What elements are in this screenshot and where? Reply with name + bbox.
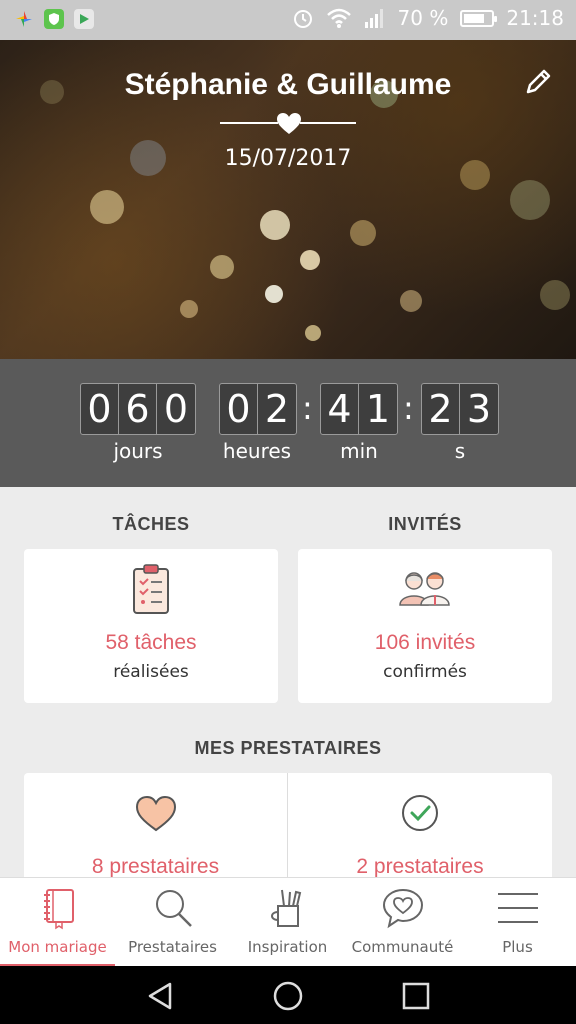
nav-prestataires[interactable]: Prestataires — [115, 878, 230, 967]
battery-icon — [460, 9, 498, 27]
notification-icons — [14, 9, 94, 29]
min-box: 4 1 — [320, 383, 398, 435]
guests-sub: confirmés — [383, 662, 467, 682]
guests-heading: INVITÉS — [388, 514, 462, 534]
guests-couple-icon — [399, 572, 450, 606]
sec-digit: 2 — [422, 384, 460, 434]
notebook-icon — [43, 889, 74, 930]
min-digit: 1 — [365, 387, 391, 431]
search-icon — [155, 890, 192, 927]
play-store-icon — [74, 9, 94, 29]
pencil-edit-icon[interactable] — [522, 66, 554, 98]
vendors-right-count: 2 prestataires — [356, 855, 484, 878]
tools-cup-icon — [270, 889, 301, 927]
tasks-heading: TÂCHES — [112, 514, 190, 534]
chat-heart-icon — [382, 888, 423, 929]
home-icon[interactable] — [272, 980, 304, 1012]
sec-digit: 3 — [466, 387, 492, 431]
photos-app-icon — [14, 9, 34, 29]
min-digit: 4 — [321, 384, 359, 434]
hours-digit: 2 — [264, 387, 290, 431]
signal-icon — [364, 9, 383, 28]
nav-label: Communauté — [351, 938, 454, 956]
system-nav-bar — [0, 966, 576, 1024]
colon-separator: : — [302, 389, 313, 427]
nav-label: Plus — [502, 938, 533, 956]
back-icon[interactable] — [144, 980, 176, 1012]
vendors-card-right[interactable]: 2 prestataires — [288, 773, 552, 893]
vendors-left-count: 8 prestataires — [91, 855, 220, 878]
days-label: jours — [113, 439, 163, 463]
clock: 21:18 — [506, 6, 564, 30]
nav-communaute[interactable]: Communauté — [345, 878, 460, 967]
bottom-navigation: Mon mariage Prestataires Inspiration Com… — [0, 877, 576, 967]
heart-icon — [277, 113, 301, 134]
divider-right — [300, 122, 356, 124]
wedding-date: 15/07/2017 — [224, 146, 352, 171]
nav-label: Prestataires — [128, 938, 217, 956]
vendors-heading: MES PRESTATAIRES — [194, 738, 382, 758]
battery-percent: 70 % — [397, 6, 449, 30]
tasks-sub: réalisées — [113, 662, 189, 682]
countdown-panel: 0 6 0 jours 0 2 heures : 4 1 min : 2 3 s — [0, 359, 576, 487]
min-label: min — [340, 439, 378, 463]
days-digit: 0 — [163, 387, 189, 431]
heart-vendor-icon — [135, 795, 176, 832]
hours-label: heures — [222, 439, 292, 463]
days-digit: 6 — [119, 384, 157, 434]
divider-left — [220, 122, 278, 124]
nav-label: Mon mariage — [8, 938, 107, 956]
guests-count: 106 invités — [374, 631, 476, 654]
colon-separator: : — [403, 389, 414, 427]
vendors-card-left[interactable]: 8 prestataires — [24, 773, 287, 893]
alarm-icon — [293, 10, 312, 28]
sec-label: s — [454, 439, 466, 463]
days-digit: 0 — [81, 384, 119, 434]
menu-icon — [497, 893, 538, 923]
wifi-icon — [326, 8, 351, 28]
hero-banner: Stéphanie & Guillaume 15/07/2017 — [0, 40, 576, 359]
hours-digit: 0 — [220, 384, 258, 434]
guests-card[interactable]: 106 invités confirmés — [298, 549, 552, 703]
security-app-icon — [44, 9, 64, 29]
check-circle-icon — [402, 795, 438, 831]
status-bar: 70 % 21:18 — [0, 0, 576, 40]
nav-plus[interactable]: Plus — [460, 878, 575, 967]
tasks-card[interactable]: 58 tâches réalisées — [24, 549, 278, 703]
status-indicators: 70 % 21:18 — [292, 6, 564, 30]
nav-mon-mariage[interactable]: Mon mariage — [0, 878, 115, 967]
tasks-count: 58 tâches — [105, 631, 197, 654]
nav-label: Inspiration — [247, 938, 328, 956]
hours-box: 0 2 — [219, 383, 297, 435]
recents-icon[interactable] — [400, 980, 432, 1012]
checklist-icon — [133, 564, 169, 614]
sec-box: 2 3 — [421, 383, 499, 435]
couple-names: Stéphanie & Guillaume — [124, 68, 452, 101]
days-box: 0 6 0 — [80, 383, 196, 435]
nav-inspiration[interactable]: Inspiration — [230, 878, 345, 967]
